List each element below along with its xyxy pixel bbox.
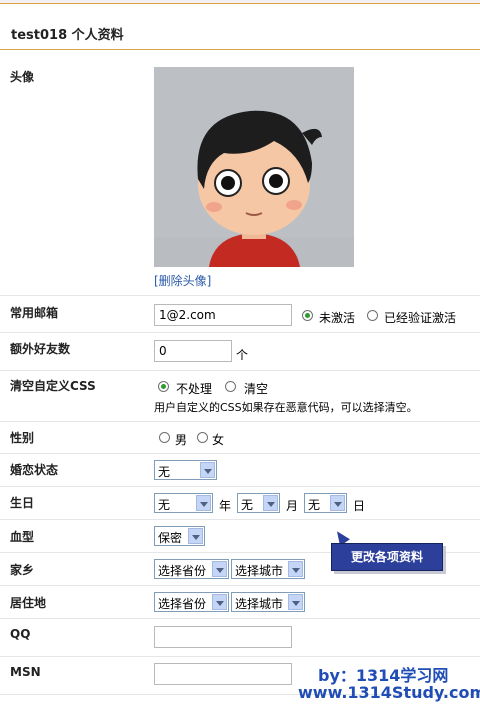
watermark-url: www.1314Study.com [298, 683, 480, 702]
birthday-day-unit: 日 [353, 499, 366, 513]
hometown-city-value: 选择城市 [235, 564, 284, 578]
blood-value: 保密 [158, 531, 183, 545]
blood-select[interactable]: 保密 [154, 526, 205, 546]
marital-select[interactable]: 无 [154, 460, 217, 480]
residence-city-value: 选择城市 [235, 597, 284, 611]
chevron-down-icon [263, 495, 278, 511]
blood-label: 血型 [10, 530, 35, 544]
residence-province-value: 选择省份 [158, 597, 207, 611]
gender-male-label: 男 [175, 433, 188, 447]
extra-friends-label: 额外好友数 [10, 342, 71, 356]
email-label: 常用邮箱 [10, 306, 59, 320]
top-strip [0, 0, 480, 4]
avatar-label: 头像 [10, 70, 35, 84]
hometown-city-select[interactable]: 选择城市 [231, 559, 305, 579]
birthday-year-value: 无 [158, 498, 171, 512]
residence-province-select[interactable]: 选择省份 [154, 592, 229, 612]
birthday-day-select[interactable]: 无 [304, 493, 347, 513]
gender-label: 性别 [10, 431, 35, 445]
row-divider [0, 332, 480, 333]
page-title: test018 个人资料 [11, 28, 124, 43]
msn-label: MSN [10, 665, 41, 679]
clear-css-clear-radio[interactable] [225, 381, 236, 392]
birthday-month-select[interactable]: 无 [237, 493, 280, 513]
clear-css-keep-label: 不处理 [176, 382, 213, 396]
hometown-label: 家乡 [10, 563, 35, 577]
clear-css-hint: 用户自定义的CSS如果存在恶意代码，可以选择清空。 [154, 401, 418, 414]
email-field[interactable]: 1@2.com [154, 304, 292, 326]
chevron-down-icon [188, 528, 203, 544]
clear-css-label: 清空自定义CSS [10, 379, 96, 393]
row-divider [0, 453, 480, 454]
title-divider [0, 49, 480, 50]
avatar-image [154, 67, 354, 267]
chevron-down-icon [212, 594, 227, 610]
marital-label: 婚恋状态 [10, 463, 59, 477]
row-divider [0, 421, 480, 422]
marital-value: 无 [158, 465, 171, 479]
chevron-down-icon [288, 561, 303, 577]
birthday-label: 生日 [10, 496, 35, 510]
row-divider [0, 295, 480, 296]
birthday-day-value: 无 [308, 498, 321, 512]
gender-female-label: 女 [212, 433, 225, 447]
extra-friends-field[interactable]: 0 [154, 340, 232, 362]
email-verified-radio[interactable] [367, 310, 378, 321]
birthday-year-unit: 年 [219, 499, 232, 513]
qq-label: QQ [10, 627, 31, 641]
gender-male-radio[interactable] [159, 432, 170, 443]
residence-city-select[interactable]: 选择城市 [231, 592, 305, 612]
email-unactivated-radio[interactable] [302, 310, 313, 321]
email-unactivated-label: 未激活 [319, 311, 356, 325]
delete-avatar-link[interactable]: [删除头像] [154, 272, 211, 289]
birthday-month-unit: 月 [286, 499, 299, 513]
row-divider [0, 618, 480, 619]
chevron-down-icon [330, 495, 345, 511]
annotation-callout: 更改各项资料 [331, 543, 443, 571]
birthday-year-select[interactable]: 无 [154, 493, 213, 513]
hometown-province-value: 选择省份 [158, 564, 207, 578]
row-divider [0, 656, 480, 657]
qq-field[interactable] [154, 626, 292, 648]
row-divider [0, 585, 480, 586]
residence-label: 居住地 [10, 596, 47, 610]
clear-css-clear-label: 清空 [244, 382, 269, 396]
row-divider [0, 519, 480, 520]
clear-css-keep-radio[interactable] [158, 381, 169, 392]
row-divider [0, 370, 480, 371]
row-divider [0, 486, 480, 487]
extra-friends-unit: 个 [236, 348, 249, 362]
gender-female-radio[interactable] [197, 432, 208, 443]
chevron-down-icon [212, 561, 227, 577]
chevron-down-icon [200, 462, 215, 478]
hometown-province-select[interactable]: 选择省份 [154, 559, 229, 579]
birthday-month-value: 无 [241, 498, 254, 512]
email-verified-label: 已经验证激活 [384, 311, 457, 325]
chevron-down-icon [288, 594, 303, 610]
chevron-down-icon [196, 495, 211, 511]
msn-field[interactable] [154, 663, 292, 685]
